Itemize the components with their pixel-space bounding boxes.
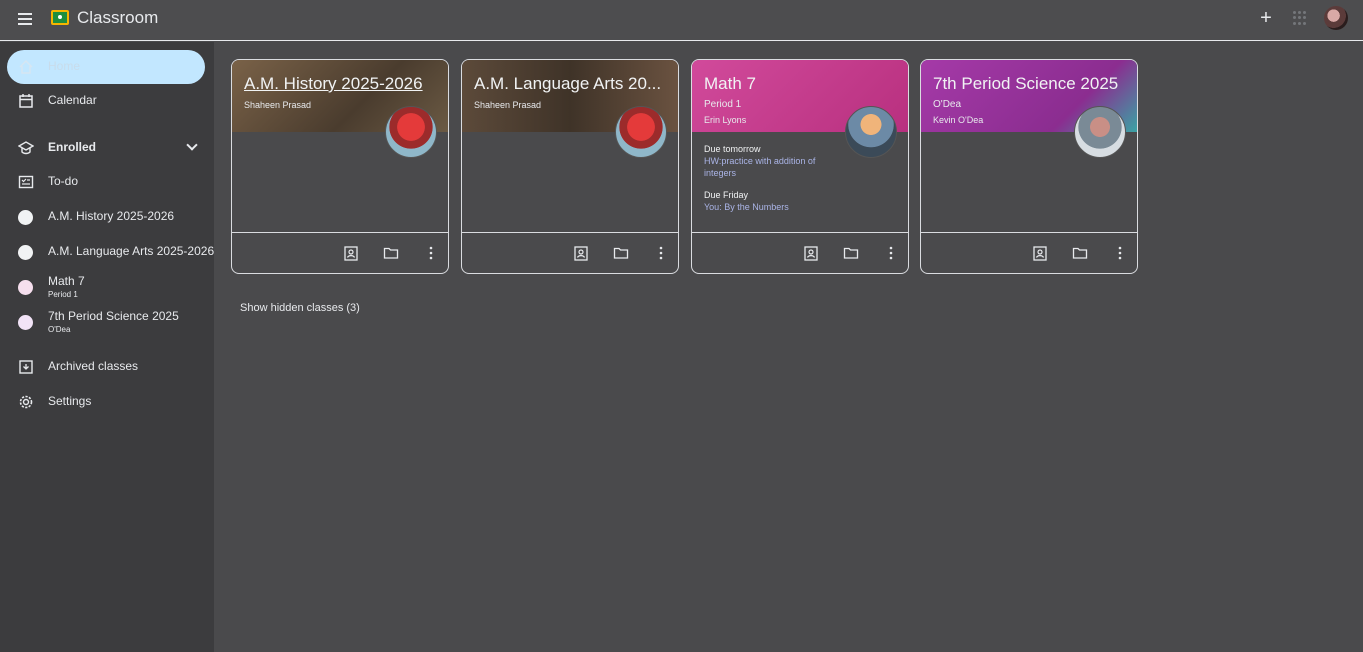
- class-card-footer: [692, 232, 908, 273]
- class-card-footer: [462, 232, 678, 273]
- teacher-avatar: [385, 106, 437, 158]
- class-avatar: [18, 245, 33, 260]
- sidebar-item-label: Home: [48, 59, 81, 73]
- chevron-down-icon[interactable]: [186, 139, 198, 151]
- teacher-avatar: [1074, 106, 1126, 158]
- sidebar-item-archived[interactable]: Archived classes: [7, 350, 205, 384]
- top-app-bar: Classroom +: [0, 0, 1363, 41]
- sidebar-item-enrolled[interactable]: Enrolled: [7, 131, 205, 165]
- class-card-title[interactable]: A.M. Language Arts 20...: [474, 74, 670, 94]
- class-card-section: Period 1: [704, 99, 742, 110]
- folder-icon[interactable]: [843, 245, 859, 261]
- more-vert-icon[interactable]: [423, 245, 439, 261]
- sidebar-item-class[interactable]: A.M. History 2025-2026: [7, 200, 205, 234]
- sidebar-item-class[interactable]: A.M. Language Arts 2025-2026: [7, 235, 214, 269]
- hamburger-menu-icon[interactable]: [15, 10, 35, 30]
- sidebar-item-todo[interactable]: To-do: [7, 165, 205, 199]
- due-assignment-link[interactable]: HW:practice with addition of integers: [704, 155, 834, 179]
- class-card-teacher[interactable]: Erin Lyons: [704, 115, 746, 125]
- sidebar-item-sublabel: O'Dea: [48, 325, 71, 334]
- more-vert-icon[interactable]: [883, 245, 899, 261]
- sidebar-item-label: 7th Period Science 2025: [48, 309, 179, 323]
- class-card[interactable]: A.M. Language Arts 20... Shaheen Prasad: [461, 59, 679, 274]
- sidebar-item-class[interactable]: 7th Period Science 2025 O'Dea: [7, 305, 205, 339]
- assignment-ind-icon[interactable]: [1032, 245, 1048, 261]
- class-card[interactable]: A.M. History 2025-2026 Shaheen Prasad: [231, 59, 449, 274]
- class-avatar: [18, 280, 33, 295]
- app-title[interactable]: Classroom: [77, 8, 158, 28]
- assignment-ind-icon[interactable]: [803, 245, 819, 261]
- class-avatar: [18, 315, 33, 330]
- apps-grid-icon[interactable]: [1293, 11, 1307, 25]
- assignment-ind-icon[interactable]: [573, 245, 589, 261]
- sidebar-item-label: A.M. Language Arts 2025-2026: [48, 244, 215, 258]
- home-icon: [19, 59, 33, 74]
- sidebar-item-class[interactable]: Math 7 Period 1: [7, 270, 205, 304]
- class-card-section: O'Dea: [933, 99, 962, 110]
- class-card-teacher[interactable]: Shaheen Prasad: [244, 100, 311, 110]
- classroom-logo-icon: [51, 10, 69, 25]
- graduation-cap-icon: [18, 141, 34, 155]
- sidebar-item-label: A.M. History 2025-2026: [48, 209, 175, 223]
- sidebar: Home Calendar Enrolled To-do A.M. Histor…: [0, 42, 214, 652]
- sidebar-item-home[interactable]: Home: [7, 50, 205, 84]
- account-avatar[interactable]: [1324, 6, 1348, 30]
- due-label: Due tomorrow: [704, 144, 761, 154]
- teacher-avatar: [615, 106, 667, 158]
- calendar-icon: [19, 94, 33, 108]
- sidebar-item-settings[interactable]: Settings: [7, 385, 205, 419]
- folder-icon[interactable]: [383, 245, 399, 261]
- class-avatar: [18, 210, 33, 225]
- more-vert-icon[interactable]: [1112, 245, 1128, 261]
- class-card-footer: [921, 232, 1137, 273]
- more-vert-icon[interactable]: [653, 245, 669, 261]
- class-card[interactable]: 7th Period Science 2025 O'Dea Kevin O'De…: [920, 59, 1138, 274]
- class-card-teacher[interactable]: Kevin O'Dea: [933, 115, 983, 125]
- sidebar-item-label: Math 7: [48, 274, 85, 288]
- class-card[interactable]: Math 7 Period 1 Erin Lyons Due tomorrow …: [691, 59, 909, 274]
- sidebar-item-label: Archived classes: [48, 359, 139, 373]
- class-card-title[interactable]: Math 7: [704, 74, 900, 94]
- teacher-avatar: [845, 106, 897, 158]
- folder-icon[interactable]: [1072, 245, 1088, 261]
- sidebar-item-label: Settings: [48, 394, 92, 408]
- class-card-title[interactable]: A.M. History 2025-2026: [244, 74, 440, 94]
- class-card-teacher[interactable]: Shaheen Prasad: [474, 100, 541, 110]
- gear-icon: [19, 395, 33, 409]
- show-hidden-classes-link[interactable]: Show hidden classes (3): [240, 302, 360, 314]
- due-label: Due Friday: [704, 190, 749, 200]
- sidebar-item-calendar[interactable]: Calendar: [7, 84, 205, 118]
- todo-checklist-icon: [18, 175, 34, 189]
- sidebar-item-sublabel: Period 1: [48, 290, 78, 299]
- sidebar-item-label: Enrolled: [48, 140, 97, 154]
- assignment-ind-icon[interactable]: [343, 245, 359, 261]
- due-assignment-link[interactable]: You: By the Numbers: [704, 201, 834, 213]
- class-card-title[interactable]: 7th Period Science 2025: [933, 74, 1129, 94]
- folder-icon[interactable]: [613, 245, 629, 261]
- sidebar-item-label: To-do: [48, 174, 79, 188]
- class-card-footer: [232, 232, 448, 273]
- sidebar-item-label: Calendar: [48, 93, 97, 107]
- create-join-class-button[interactable]: +: [1256, 8, 1276, 28]
- archive-icon: [19, 360, 33, 374]
